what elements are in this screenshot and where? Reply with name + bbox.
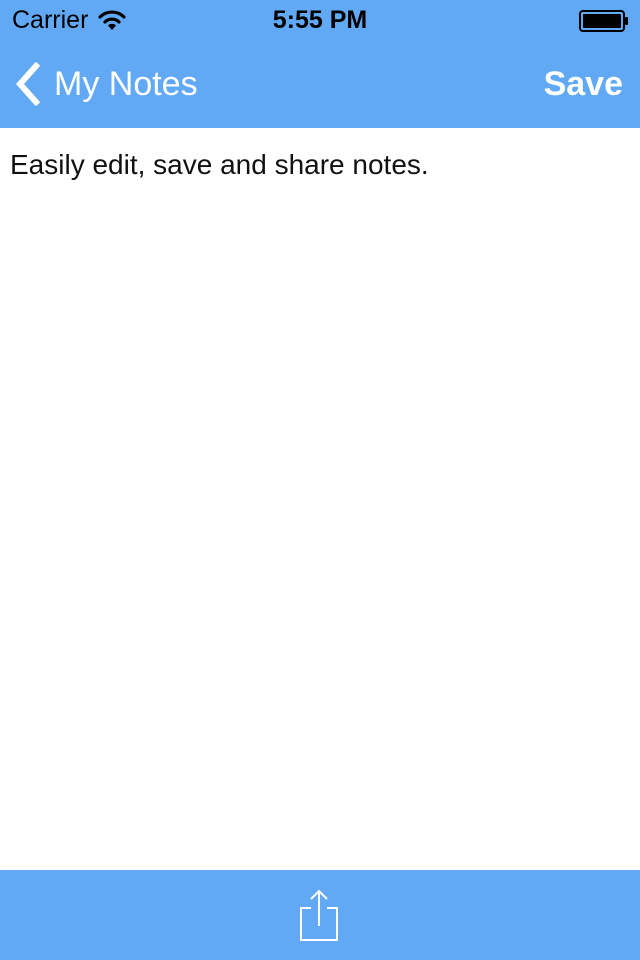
- share-icon: [300, 889, 338, 941]
- note-editor-screen: Carrier 5:55 PM My Notes Save Easily edi…: [0, 0, 640, 960]
- chevron-left-icon: [15, 62, 41, 106]
- bottom-toolbar: [0, 870, 640, 960]
- save-button[interactable]: Save: [544, 62, 623, 106]
- back-button[interactable]: My Notes: [14, 62, 198, 106]
- battery-icon: [579, 10, 628, 32]
- back-button-label: My Notes: [54, 65, 198, 103]
- top-bar: Carrier 5:55 PM My Notes Save: [0, 0, 640, 128]
- navigation-bar: My Notes Save: [0, 40, 640, 128]
- status-time: 5:55 PM: [272, 6, 368, 34]
- share-button[interactable]: [298, 888, 340, 944]
- note-editor[interactable]: Easily edit, save and share notes.: [0, 128, 640, 870]
- status-bar: Carrier 5:55 PM: [0, 0, 640, 40]
- note-text[interactable]: Easily edit, save and share notes.: [10, 148, 630, 182]
